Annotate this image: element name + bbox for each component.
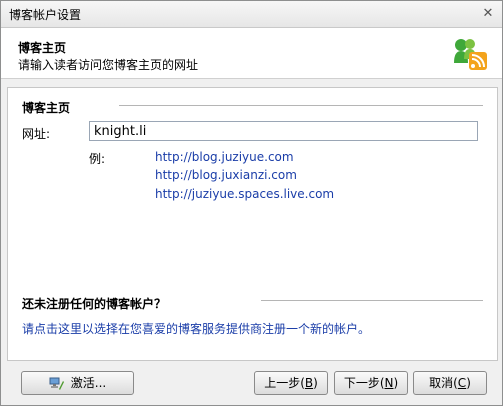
next-label-end: ): [393, 376, 399, 390]
title-bar: 博客帐户设置 ✕: [1, 1, 502, 28]
register-section-title: 还未注册任何的博客帐户？: [22, 297, 167, 311]
prev-button[interactable]: 上一步(B): [254, 371, 328, 395]
prev-accel-key: B: [304, 376, 314, 390]
header-title: 博客主页: [18, 41, 67, 55]
example-link[interactable]: http://juziyue.spaces.live.com: [155, 187, 334, 201]
dialog-window: 博客帐户设置 ✕ 博客主页 请输入读者访问您博客主页的网址 博客主页 网址: 例…: [0, 0, 503, 406]
cancel-label: 取消(: [429, 376, 458, 390]
url-label: 网址:: [22, 127, 51, 141]
activate-button[interactable]: 激活...: [21, 371, 134, 395]
prev-label: 上一步(: [264, 376, 305, 390]
window-title: 博客帐户设置: [9, 8, 82, 22]
header-subtitle: 请输入读者访问您博客主页的网址: [18, 58, 199, 72]
activate-label: 激活...: [70, 376, 107, 390]
cancel-button[interactable]: 取消(C): [413, 371, 487, 395]
section-divider: [119, 105, 483, 106]
homepage-section-title: 博客主页: [22, 101, 71, 115]
activate-icon: [49, 377, 64, 390]
content-panel: 博客主页 网址: 例: http://blog.juziyue.com http…: [7, 87, 498, 361]
next-button[interactable]: 下一步(N): [334, 371, 408, 395]
register-link[interactable]: 请点击这里以选择在您喜爱的博客服务提供商注册一个新的帐户。: [22, 320, 370, 337]
close-button[interactable]: ✕: [480, 6, 496, 22]
url-input[interactable]: [89, 121, 478, 141]
next-label: 下一步(: [343, 376, 385, 390]
prev-label-end: ): [313, 376, 318, 390]
cancel-accel-key: C: [457, 376, 467, 390]
example-link[interactable]: http://blog.juziyue.com: [155, 150, 294, 164]
cancel-label-end: ): [466, 376, 471, 390]
wizard-header: 博客主页 请输入读者访问您博客主页的网址: [1, 28, 502, 79]
example-label: 例:: [89, 152, 106, 166]
example-link[interactable]: http://blog.juxianzi.com: [155, 168, 297, 182]
messenger-blog-icon: [454, 39, 487, 70]
section-divider: [261, 300, 483, 301]
